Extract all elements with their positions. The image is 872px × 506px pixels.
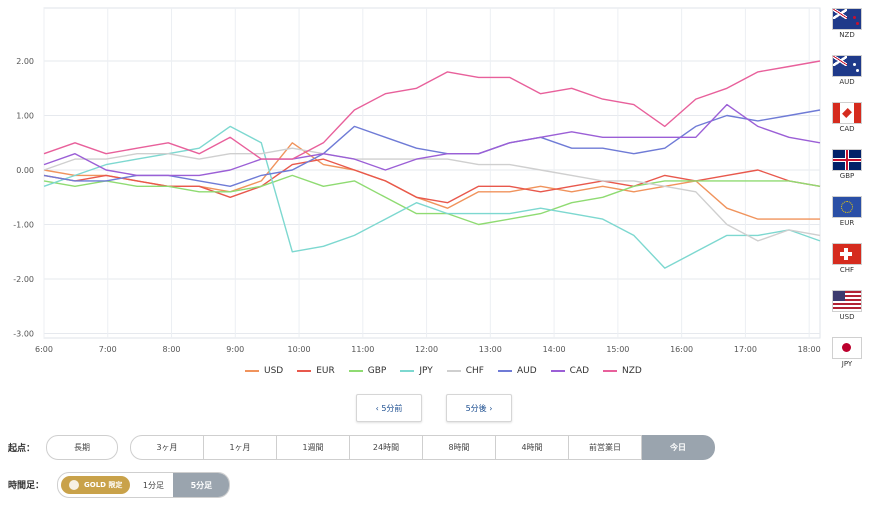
legend-item-nzd[interactable]: NZD (603, 366, 642, 376)
legend-item-cad[interactable]: CAD (550, 366, 590, 376)
chart-legend: USD EUR GBP JPY CHF AUD CAD NZD (245, 366, 656, 376)
interval-5min-button[interactable]: 5分足 (173, 473, 230, 497)
series-line-chf (43, 147, 821, 242)
legend-label: GBP (367, 366, 387, 376)
legend-swatch (497, 370, 512, 372)
flag-label: NZD (839, 31, 855, 39)
legend-swatch (603, 370, 618, 372)
flag-item-gbp[interactable]: GBP (826, 149, 868, 194)
range-button-5[interactable]: 8時間 (423, 435, 496, 460)
chart-grid (43, 7, 821, 339)
legend-label: CHF (465, 366, 484, 376)
legend-label: USD (264, 366, 284, 376)
x-tick-label: 8:00 (163, 345, 181, 354)
x-tick-label: 15:00 (606, 345, 629, 354)
legend-swatch (348, 370, 363, 372)
flag-label: EUR (839, 219, 855, 227)
prev-5min-button[interactable]: ‹ 5分前 (356, 394, 422, 422)
interval-selector: GOLD 限定 1分足 5分足 (57, 472, 231, 498)
legend-item-chf[interactable]: CHF (446, 366, 484, 376)
next-5min-button[interactable]: 5分後 › (446, 394, 512, 422)
legend-swatch (400, 370, 415, 372)
ca-flag-icon (832, 102, 862, 124)
legend-label: NZD (622, 366, 642, 376)
x-tick-label: 16:00 (670, 345, 693, 354)
y-tick-label: -2.00 (13, 275, 34, 284)
range-button-2[interactable]: 1ヶ月 (204, 435, 277, 460)
us-flag-icon (832, 290, 862, 312)
flag-item-chf[interactable]: CHF (826, 243, 868, 288)
legend-label: AUD (516, 366, 537, 376)
flag-label: AUD (839, 78, 855, 86)
range-button-4[interactable]: 24時間 (350, 435, 423, 460)
gold-limited-label: GOLD 限定 (84, 481, 123, 489)
flag-item-aud[interactable]: AUD (826, 55, 868, 100)
range-button-0[interactable]: 長期 (46, 435, 118, 460)
range-selector: 長期 3ヶ月 1ヶ月 1週間 24時間 8時間 4時間 前営業日 今日 (46, 435, 715, 460)
eu-flag-icon (832, 196, 862, 218)
gold-limited-button[interactable]: GOLD 限定 (61, 476, 131, 494)
flag-item-jpy[interactable]: JPY (826, 337, 868, 382)
flag-label: CHF (839, 266, 855, 274)
y-tick-label: 2.00 (16, 57, 34, 66)
flag-label: JPY (841, 360, 853, 368)
x-tick-label: 14:00 (543, 345, 566, 354)
x-tick-label: 11:00 (351, 345, 374, 354)
flag-item-eur[interactable]: EUR (826, 196, 868, 241)
flag-item-cad[interactable]: CAD (826, 102, 868, 147)
x-tick-label: 7:00 (99, 345, 117, 354)
range-button-7[interactable]: 前営業日 (569, 435, 642, 460)
range-button-3[interactable]: 1週間 (277, 435, 350, 460)
y-tick-label: -1.00 (13, 221, 34, 230)
x-tick-label: 12:00 (415, 345, 438, 354)
chart-series (43, 60, 821, 269)
jp-flag-icon (832, 337, 862, 359)
legend-swatch (446, 370, 461, 372)
y-tick-label: 1.00 (16, 112, 34, 121)
legend-label: JPY (419, 366, 433, 376)
x-tick-label: 18:00 (798, 345, 821, 354)
legend-item-gbp[interactable]: GBP (348, 366, 387, 376)
legend-item-usd[interactable]: USD (245, 366, 283, 376)
x-tick-label: 13:00 (479, 345, 502, 354)
y-axis-ticks: 2.00 1.00 0.00 -1.00 -2.00 -3.00 (13, 57, 34, 339)
x-axis-ticks: 6:00 7:00 8:00 9:00 10:00 11:00 12:00 13:00 14:0… (35, 345, 821, 354)
y-tick-label: 0.00 (16, 166, 34, 175)
x-tick-label: 9:00 (226, 345, 244, 354)
flag-item-usd[interactable]: USD (826, 290, 868, 335)
legend-label: CAD (569, 366, 590, 376)
range-button-1[interactable]: 3ヶ月 (130, 435, 204, 460)
legend-label: EUR (316, 366, 335, 376)
plot-frame (43, 7, 821, 339)
y-tick-label: -3.00 (13, 330, 34, 339)
range-button-8[interactable]: 今日 (642, 435, 715, 460)
x-tick-label: 6:00 (35, 345, 53, 354)
x-tick-label: 17:00 (734, 345, 757, 354)
currency-flag-sidebar: NZD AUD CAD GBP EUR CHF USD JPY (826, 6, 868, 382)
interval-label: 時間足： (8, 481, 45, 491)
flag-item-nzd[interactable]: NZD (826, 8, 868, 53)
legend-item-eur[interactable]: EUR (297, 366, 335, 376)
flag-label: GBP (839, 172, 855, 180)
legend-item-aud[interactable]: AUD (497, 366, 537, 376)
flag-label: USD (839, 313, 855, 321)
range-button-6[interactable]: 4時間 (496, 435, 569, 460)
legend-swatch (297, 370, 312, 372)
flag-label: CAD (839, 125, 855, 133)
gb-flag-icon (832, 149, 862, 171)
legend-swatch (550, 370, 565, 372)
series-line-nzd (43, 60, 821, 160)
legend-swatch (245, 370, 259, 372)
gold-badge-icon (69, 480, 79, 490)
x-tick-label: 10:00 (288, 345, 311, 354)
nz-flag-icon (832, 8, 862, 30)
interval-1min-button[interactable]: 1分足 (133, 473, 173, 497)
au-flag-icon (832, 55, 862, 77)
legend-item-jpy[interactable]: JPY (400, 366, 433, 376)
range-label: 起点： (8, 444, 36, 454)
ch-flag-icon (832, 243, 862, 265)
currency-strength-chart: 2.00 1.00 0.00 -1.00 -2.00 -3.00 6:00 7:00 8:00… (13, 7, 821, 354)
series-line-jpy (43, 125, 821, 269)
